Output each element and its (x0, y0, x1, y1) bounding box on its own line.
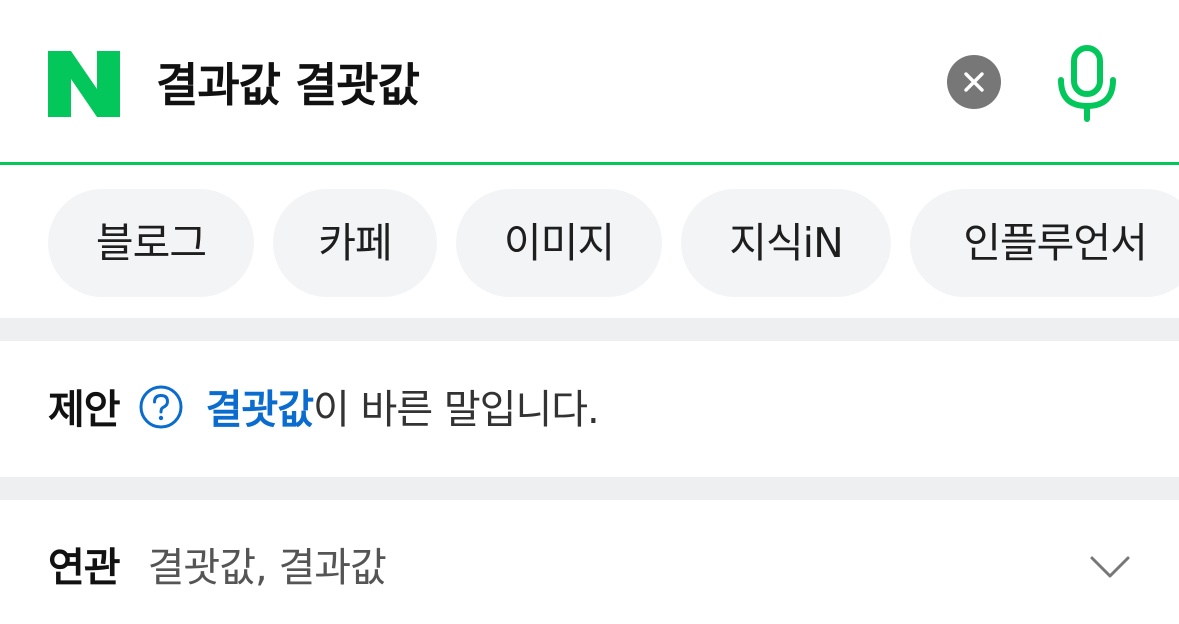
microphone-icon (1058, 45, 1116, 122)
voice-search-button[interactable] (1054, 44, 1124, 124)
tab-cafe[interactable]: 카페 (273, 189, 437, 297)
section-divider (0, 477, 1179, 500)
section-divider (0, 318, 1179, 341)
clear-search-button[interactable] (947, 55, 1001, 109)
related-terms[interactable]: 결괏값, 결과값 (148, 545, 387, 591)
chevron-down-icon (1090, 556, 1130, 578)
expand-related-button[interactable] (1088, 548, 1132, 588)
suggestion-label: 제안 (48, 387, 121, 433)
suggested-word-link[interactable]: 결괏값 (206, 387, 314, 433)
related-label: 연관 (48, 545, 121, 591)
search-input[interactable]: 결과값 결괏값 (156, 50, 420, 120)
spelling-suggestion: 제안 결괏값이 바른 말입니다. (48, 372, 600, 448)
naver-logo[interactable] (48, 51, 120, 117)
search-results-page: 결과값 결괏값 블로그 카페 이미지 지식iN 인플루언서 제안 결괏값이 바른 말입니… (0, 0, 1179, 624)
tab-knowledge-in[interactable]: 지식iN (681, 189, 891, 297)
suggestion-text: 이 바른 말입니다. (313, 387, 600, 433)
category-tabs: 블로그 카페 이미지 지식iN 인플루언서 (48, 189, 1179, 297)
related-searches: 연관 결괏값, 결과값 (48, 530, 387, 606)
tab-images[interactable]: 이미지 (456, 189, 662, 297)
tab-influencer[interactable]: 인플루언서 (910, 189, 1179, 297)
close-icon (964, 72, 984, 92)
tab-blog[interactable]: 블로그 (48, 189, 254, 297)
question-circle-icon[interactable] (138, 384, 184, 430)
search-bar: 결과값 결괏값 (0, 0, 1179, 165)
